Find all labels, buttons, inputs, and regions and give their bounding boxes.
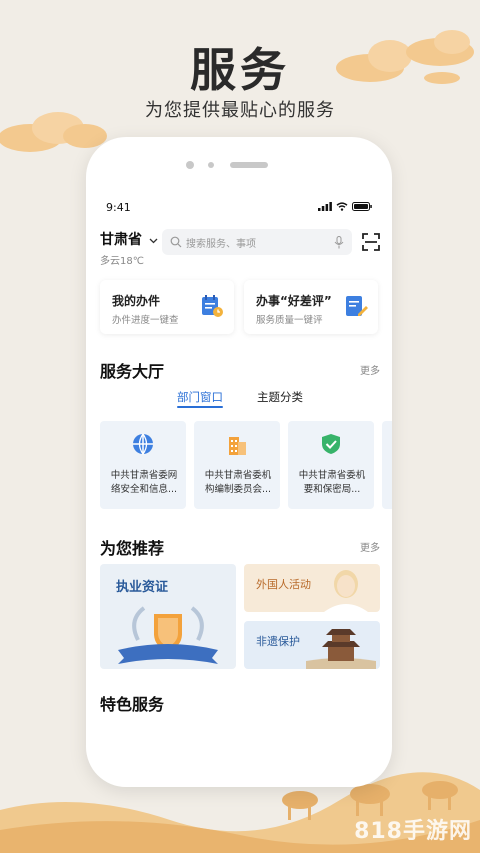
chevron-down-icon bbox=[149, 238, 158, 244]
recommend-item-heritage-protection[interactable]: 非遗保护 bbox=[244, 621, 380, 669]
person-photo bbox=[324, 570, 368, 612]
signal-icon bbox=[318, 202, 332, 211]
building-icon bbox=[229, 437, 246, 455]
my-applications-card[interactable]: 我的办件 办件进度一键查 bbox=[100, 280, 234, 334]
recommend-more-link[interactable]: 更多 bbox=[360, 539, 380, 554]
speaker-grille bbox=[230, 162, 268, 168]
recommend-item-title: 执业资证 bbox=[116, 580, 169, 595]
card-subtitle: 服务质量一键评 bbox=[256, 315, 323, 326]
app-screen: 9:41 甘肃省 多云18℃ 搜索服务、事项 我的办件 办件进度一键查 办事“好… bbox=[86, 195, 392, 787]
location-selector[interactable]: 甘肃省 多云18℃ bbox=[100, 229, 158, 267]
battery-icon bbox=[352, 202, 372, 211]
tab-label: 部门窗口 bbox=[177, 390, 223, 404]
globe-icon bbox=[133, 433, 153, 455]
promo-title: 服务 bbox=[190, 43, 290, 97]
scan-icon[interactable] bbox=[362, 233, 380, 251]
watermark: 818手游网 bbox=[354, 819, 472, 844]
search-icon bbox=[170, 236, 182, 248]
recommend-item-foreigner-activity[interactable]: 外国人活动 bbox=[244, 564, 380, 612]
weather-label: 多云18℃ bbox=[100, 256, 144, 267]
search-input[interactable]: 搜索服务、事项 bbox=[162, 229, 352, 255]
tab-department-window[interactable]: 部门窗口 bbox=[177, 389, 223, 408]
service-rating-card[interactable]: 办事“好差评” 服务质量一键评 bbox=[244, 280, 378, 334]
clipboard-clock-icon bbox=[202, 295, 223, 317]
status-time: 9:41 bbox=[106, 201, 131, 214]
shield-check-icon bbox=[322, 434, 340, 454]
card-title: 办事“好差评” bbox=[256, 294, 332, 308]
recommend-title: 为您推荐 bbox=[100, 539, 165, 558]
tower-photo bbox=[306, 629, 376, 669]
tab-label: 主题分类 bbox=[257, 390, 303, 404]
document-edit-icon bbox=[346, 296, 368, 316]
recommend-item-title: 外国人活动 bbox=[256, 578, 311, 591]
phone-top-bezel bbox=[86, 137, 392, 195]
phone-frame: 9:41 甘肃省 多云18℃ 搜索服务、事项 我的办件 办件进度一键查 办事“好… bbox=[86, 137, 392, 787]
wifi-icon bbox=[336, 202, 348, 211]
service-hall-title: 服务大厅 bbox=[100, 362, 165, 381]
front-camera bbox=[186, 161, 194, 169]
active-tab-indicator bbox=[177, 406, 223, 408]
sensor-dot bbox=[208, 162, 214, 168]
department-name: 中共甘肃省委网络安全和信息... bbox=[110, 470, 178, 495]
search-placeholder: 搜索服务、事项 bbox=[186, 238, 256, 250]
featured-services-title: 特色服务 bbox=[100, 695, 165, 714]
card-subtitle: 办件进度一键查 bbox=[112, 315, 179, 326]
recommend-item-license[interactable]: 执业资证 bbox=[100, 564, 236, 669]
promo-subtitle: 为您提供最贴心的服务 bbox=[145, 100, 335, 121]
province-label: 甘肃省 bbox=[100, 232, 142, 248]
department-card[interactable]: 中共甘肃省委网络安全和信息... bbox=[100, 421, 186, 509]
service-hall-more-link[interactable]: 更多 bbox=[360, 362, 380, 377]
recommend-item-title: 非遗保护 bbox=[256, 635, 300, 648]
department-card-partial[interactable] bbox=[382, 421, 392, 509]
department-name: 中共甘肃省委机要和保密局... bbox=[298, 470, 366, 495]
microphone-icon[interactable] bbox=[334, 235, 344, 249]
card-title: 我的办件 bbox=[112, 294, 161, 308]
tab-topic-category[interactable]: 主题分类 bbox=[257, 389, 303, 405]
badge-icon bbox=[118, 606, 218, 664]
department-card[interactable]: 中共甘肃省委机构编制委员会... bbox=[194, 421, 280, 509]
department-card[interactable]: 中共甘肃省委机要和保密局... bbox=[288, 421, 374, 509]
department-name: 中共甘肃省委机构编制委员会... bbox=[204, 470, 272, 495]
